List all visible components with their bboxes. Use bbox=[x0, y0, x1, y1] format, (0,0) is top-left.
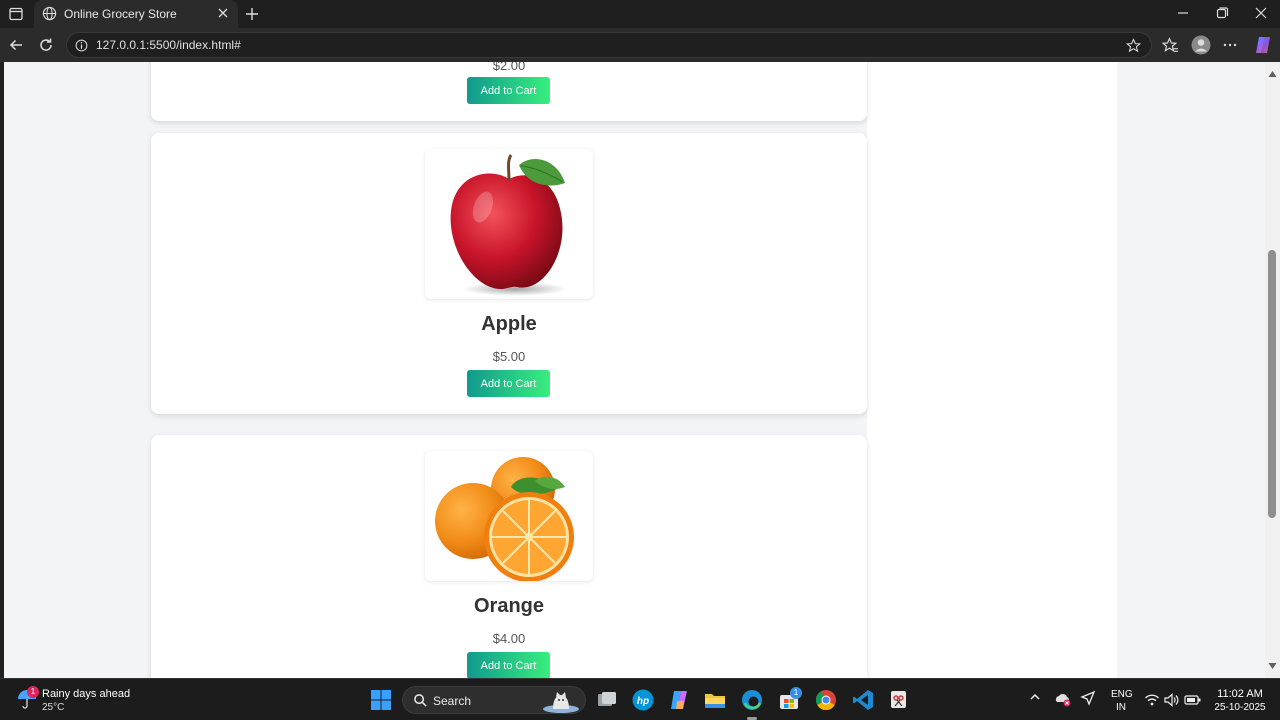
taskbar-search-box[interactable]: Search bbox=[402, 686, 586, 714]
tab-title: Online Grocery Store bbox=[64, 7, 177, 21]
close-tab-icon[interactable] bbox=[216, 6, 230, 25]
back-arrow-icon[interactable] bbox=[8, 37, 24, 58]
copilot-icon[interactable] bbox=[1253, 35, 1273, 60]
scroll-down-arrow-icon[interactable] bbox=[1268, 657, 1277, 675]
globe-icon bbox=[42, 6, 57, 26]
snipping-tool-icon[interactable] bbox=[888, 689, 910, 711]
product-name: Orange bbox=[473, 595, 545, 617]
product-price: $2.00 bbox=[492, 62, 526, 73]
location-arrow-icon[interactable] bbox=[1080, 690, 1102, 712]
product-image-orange bbox=[425, 451, 593, 581]
weather-temperature: 25°C bbox=[42, 702, 65, 713]
scrollbar-thumb[interactable] bbox=[1268, 250, 1276, 518]
svg-text:hp: hp bbox=[637, 696, 649, 707]
browser-toolbar: 127.0.0.1:5500/index.html# bbox=[0, 28, 1280, 62]
favorite-star-icon[interactable] bbox=[1125, 38, 1142, 58]
clock-time[interactable]: 11:02 AM bbox=[1205, 688, 1275, 700]
url-text: 127.0.0.1:5500/index.html# bbox=[96, 38, 241, 52]
weather-badge: 1 bbox=[27, 686, 39, 698]
language-indicator[interactable]: ENG bbox=[1111, 689, 1133, 700]
more-menu-icon[interactable] bbox=[1222, 37, 1238, 58]
copilot-app-icon[interactable] bbox=[668, 689, 690, 711]
store-badge: 1 bbox=[790, 687, 802, 699]
product-price: $5.00 bbox=[492, 349, 526, 364]
add-to-cart-button[interactable]: Add to Cart bbox=[467, 370, 550, 397]
weather-title: Rainy days ahead bbox=[42, 688, 131, 700]
add-to-cart-button[interactable]: Add to Cart bbox=[467, 652, 550, 678]
address-bar[interactable]: 127.0.0.1:5500/index.html# bbox=[66, 32, 1152, 58]
product-image-apple bbox=[425, 149, 593, 299]
clock-date[interactable]: 25-10-2025 bbox=[1205, 702, 1275, 713]
vscode-icon[interactable] bbox=[852, 689, 874, 711]
add-to-cart-button[interactable]: Add to Cart bbox=[467, 77, 550, 104]
product-price: $4.00 bbox=[492, 631, 526, 646]
new-tab-icon[interactable] bbox=[244, 6, 260, 27]
task-view-icon[interactable] bbox=[596, 689, 618, 711]
page-gutter bbox=[1117, 62, 1265, 678]
browser-tab-bar: Online Grocery Store bbox=[0, 0, 1280, 28]
keyboard-layout-indicator[interactable]: IN bbox=[1116, 702, 1126, 713]
close-window-icon[interactable] bbox=[1254, 6, 1268, 25]
product-card: $2.00 Add to Cart bbox=[151, 62, 867, 121]
edge-browser-icon[interactable] bbox=[741, 689, 763, 711]
onedrive-error-icon[interactable] bbox=[1054, 690, 1076, 712]
product-card: Orange $4.00 Add to Cart bbox=[151, 435, 867, 678]
restore-icon[interactable] bbox=[1215, 6, 1229, 25]
show-hidden-icons-chevron[interactable] bbox=[1028, 690, 1050, 712]
windows-start-icon[interactable] bbox=[370, 689, 392, 711]
search-label: Search bbox=[433, 694, 472, 708]
search-icon bbox=[413, 693, 428, 713]
battery-icon[interactable] bbox=[1184, 692, 1206, 714]
hp-app-icon[interactable]: hp bbox=[632, 689, 654, 711]
minimize-icon[interactable] bbox=[1176, 6, 1190, 25]
favorites-icon[interactable] bbox=[1161, 37, 1179, 59]
browser-tab-active[interactable]: Online Grocery Store bbox=[34, 0, 238, 28]
product-card: Apple $5.00 Add to Cart bbox=[151, 133, 867, 414]
site-info-icon[interactable] bbox=[75, 39, 88, 57]
reload-icon[interactable] bbox=[38, 37, 54, 58]
side-panel bbox=[867, 62, 1117, 678]
page-viewport: $2.00 Add to Cart Apple $5.00 Add to Car… bbox=[4, 62, 1265, 678]
profile-avatar-icon[interactable] bbox=[1191, 35, 1211, 60]
volume-icon[interactable] bbox=[1163, 692, 1185, 714]
page-scrollbar[interactable] bbox=[1265, 62, 1280, 678]
windows-taskbar: 1 Rainy days ahead 25°C Search hp 1 ENG … bbox=[0, 678, 1280, 720]
search-highlight-cat-icon bbox=[541, 689, 581, 718]
scroll-up-arrow-icon[interactable] bbox=[1268, 65, 1277, 83]
window-menu-icon[interactable] bbox=[8, 6, 24, 22]
chrome-icon[interactable] bbox=[815, 689, 837, 711]
product-name: Apple bbox=[481, 313, 537, 335]
file-explorer-icon[interactable] bbox=[704, 689, 726, 711]
